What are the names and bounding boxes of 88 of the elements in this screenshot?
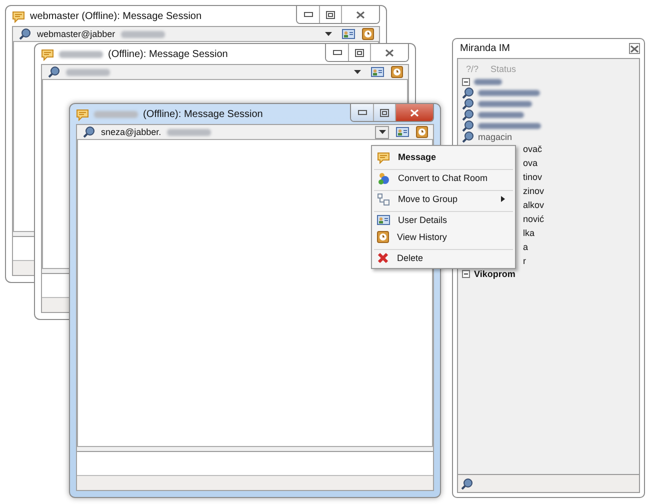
blurred-address-mark [167, 128, 212, 136]
minimize-icon [358, 110, 366, 115]
speech-bubble-icon [41, 48, 54, 60]
people-icon [377, 172, 390, 184]
window-title: (Offline): Message Session [143, 108, 263, 120]
minimize-button[interactable] [351, 104, 373, 121]
clock-icon [391, 66, 403, 78]
menu-item[interactable]: Delete [374, 249, 513, 266]
caret-icon [378, 130, 386, 134]
contact-card-icon [377, 214, 390, 226]
contact-icon [462, 120, 474, 132]
maximize-icon [355, 48, 364, 56]
dropdown-button[interactable] [375, 126, 389, 138]
maximize-button[interactable] [373, 104, 395, 121]
maximize-icon [326, 10, 335, 18]
contact-icon [83, 126, 95, 138]
message-input[interactable] [77, 451, 433, 475]
contact-icon [462, 130, 474, 142]
minimize-icon [332, 50, 342, 55]
search-bar[interactable] [457, 475, 640, 493]
contact-name[interactable]: tinov [523, 172, 542, 182]
cross-icon [377, 252, 389, 264]
contact-name[interactable]: ovač [523, 144, 542, 154]
blurred-address-mark [121, 30, 166, 38]
contact-name[interactable]: nović [523, 214, 544, 224]
window-title: (Offline): Message Session [108, 48, 228, 60]
blurred-contact-name [478, 122, 541, 128]
contact-icon [462, 108, 474, 120]
maximize-icon [380, 108, 389, 116]
close-button[interactable] [341, 6, 379, 23]
user-details-button[interactable] [370, 66, 384, 78]
group-name[interactable]: Vikoprom [474, 268, 516, 278]
close-button[interactable] [395, 104, 433, 121]
user-details-button[interactable] [341, 28, 355, 40]
group-icon [377, 192, 390, 206]
contact-card-icon [370, 66, 384, 78]
history-button[interactable] [361, 28, 375, 40]
contact-name[interactable]: a [523, 242, 528, 252]
clock-icon [377, 231, 389, 243]
blurred-group-name [474, 78, 502, 84]
status-count: ?/? [466, 64, 479, 74]
speech-bubble-icon [377, 150, 390, 164]
contact-icon [462, 98, 474, 110]
caret-icon [354, 70, 360, 74]
contact-icon [19, 28, 31, 40]
contact-icon [48, 66, 60, 78]
window-title: webmaster (Offline): Message Session [30, 10, 202, 22]
menu-item[interactable]: Message [374, 148, 513, 165]
contact-name[interactable]: magacin [478, 132, 512, 142]
blurred-contact-name [478, 112, 524, 118]
contact-address: sneza@jabber. [101, 127, 162, 137]
history-button[interactable] [390, 66, 404, 78]
contact-icon [462, 86, 474, 98]
contact-name[interactable]: r [523, 256, 526, 266]
menu-item[interactable]: View History [374, 228, 513, 245]
contact-address: webmaster@jabber [37, 29, 116, 39]
clock-icon [416, 126, 428, 138]
close-icon [385, 48, 394, 56]
blurred-contact-name [478, 100, 532, 106]
user-details-button[interactable] [395, 126, 409, 138]
speech-bubble-icon [12, 10, 25, 22]
caret-icon [324, 32, 332, 36]
blurred-contact-name [478, 90, 540, 96]
close-icon [356, 10, 365, 18]
menu-item[interactable]: User Details [374, 211, 513, 228]
collapse-icon[interactable] [462, 78, 470, 86]
contact-name[interactable]: zinov [523, 186, 544, 196]
close-icon [630, 44, 639, 52]
submenu-arrow-icon [501, 196, 505, 202]
contact-name[interactable]: ova [523, 158, 538, 168]
close-button[interactable] [629, 43, 640, 54]
message-input[interactable] [13, 236, 34, 260]
menu-item[interactable]: Convert to Chat Room [374, 169, 513, 186]
contact-name[interactable]: lka [523, 228, 535, 238]
history-button[interactable] [415, 126, 429, 138]
window-title: Miranda IM [460, 43, 510, 54]
menu-item[interactable]: Move to Group [374, 190, 513, 207]
collapse-icon[interactable] [462, 270, 470, 278]
contact-card-icon [342, 28, 354, 40]
close-button[interactable] [370, 44, 408, 61]
close-icon [410, 108, 419, 116]
contact-name[interactable]: alkov [523, 200, 544, 210]
message-input[interactable] [42, 273, 69, 297]
minimize-icon [304, 12, 312, 17]
speech-bubble-icon [76, 108, 89, 120]
contact-card-icon [396, 126, 408, 138]
blurred-address-mark [66, 68, 110, 76]
search-icon [461, 478, 473, 490]
